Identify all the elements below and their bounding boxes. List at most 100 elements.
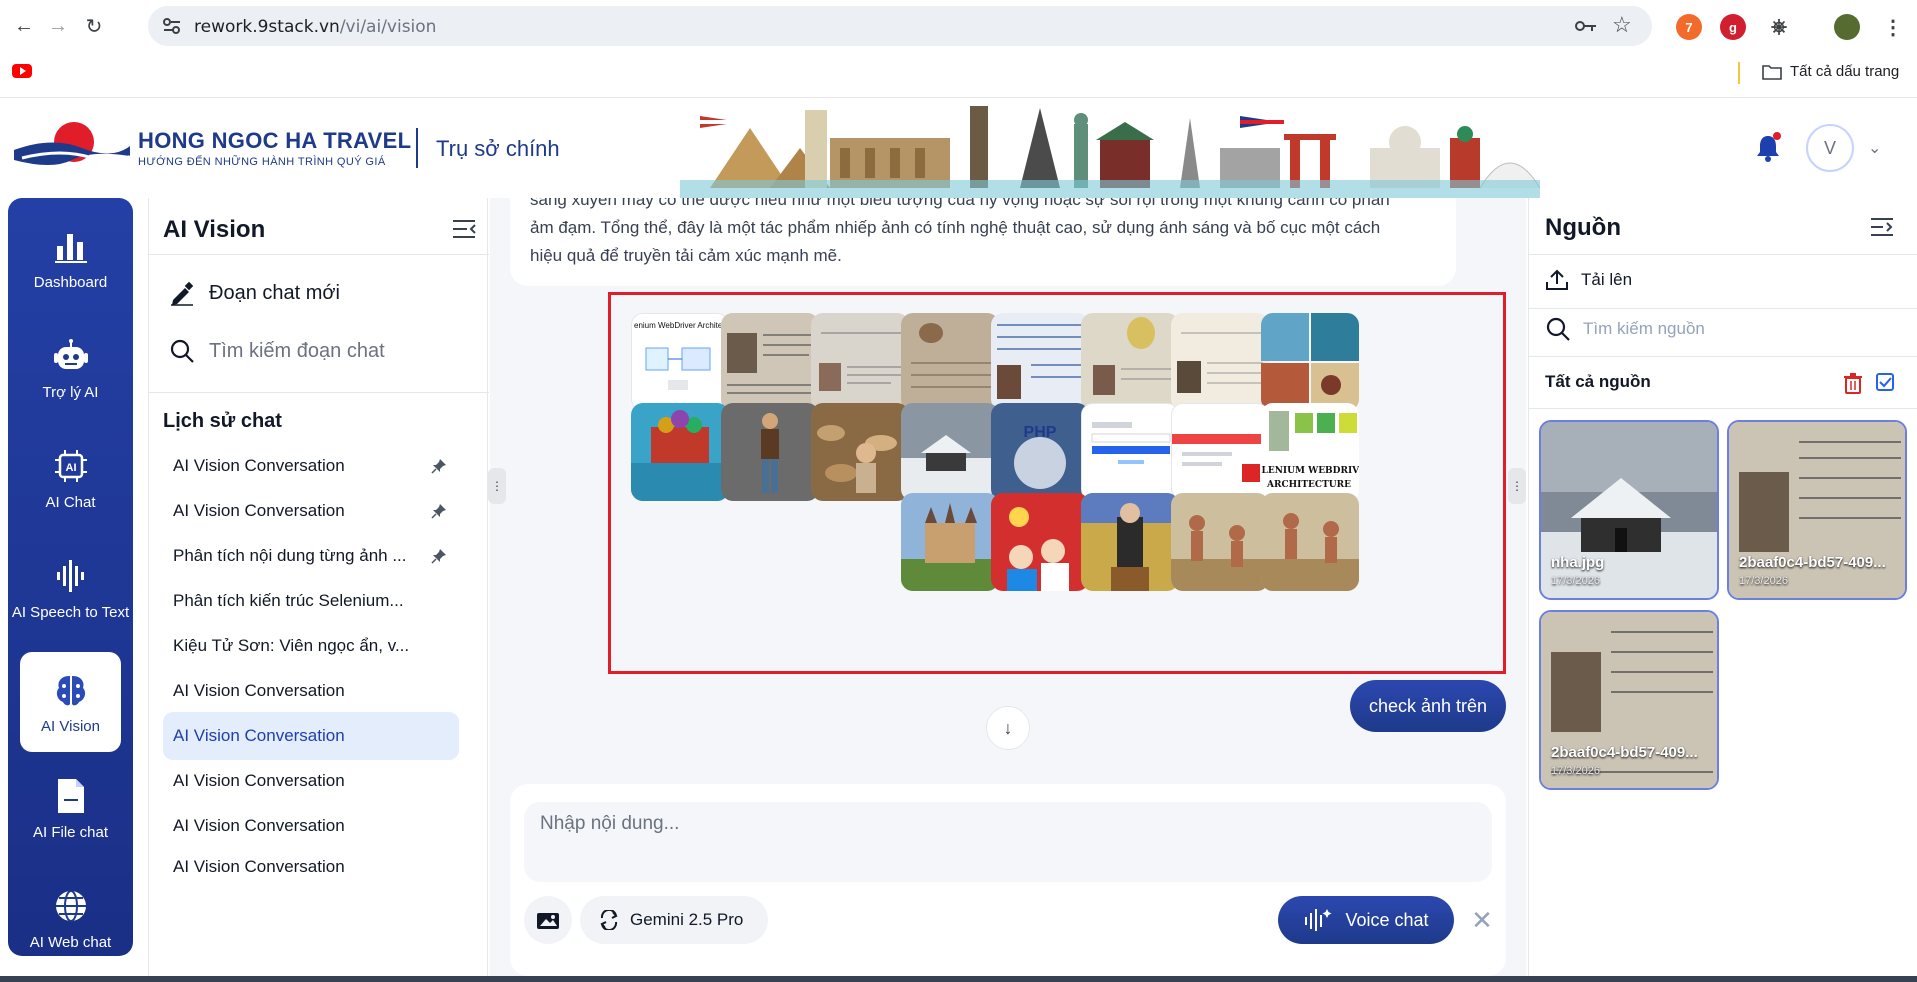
resize-handle-left[interactable]: ⋮ <box>488 468 506 504</box>
image-thumbnail[interactable] <box>1171 403 1269 501</box>
browser-menu-icon[interactable]: ⋮ <box>1880 14 1906 40</box>
image-thumbnail[interactable] <box>1171 313 1269 411</box>
image-thumbnail[interactable] <box>901 313 999 411</box>
reload-icon[interactable]: ↻ <box>82 14 106 38</box>
pin-icon[interactable] <box>431 548 447 564</box>
bar-chart-icon <box>51 226 91 266</box>
image-thumbnail[interactable] <box>901 403 999 501</box>
back-arrow-icon[interactable]: ← <box>12 14 36 38</box>
scroll-down-button[interactable]: ↓ <box>986 706 1030 750</box>
extension-orange-icon[interactable]: 7 <box>1676 14 1702 40</box>
switch-model-icon <box>600 910 618 930</box>
nav-ai-web-chat-label: AI Web chat <box>29 933 112 951</box>
nav-ai-vision[interactable]: AI Vision <box>20 652 121 752</box>
address-bar[interactable]: rework.9stack.vn/vi/ai/vision ☆ <box>148 6 1652 46</box>
office-name[interactable]: Trụ sở chính <box>436 136 560 162</box>
model-selector[interactable]: Gemini 2.5 Pro <box>580 896 768 944</box>
image-thumbnail[interactable] <box>1081 313 1179 411</box>
svg-text:AI: AI <box>65 462 76 474</box>
source-file-card[interactable]: 2baaf0c4-bd57-409... 17/3/2026 <box>1727 420 1907 600</box>
site-settings-icon[interactable] <box>162 17 182 35</box>
image-thumbnail[interactable] <box>631 403 729 501</box>
sources-panel: Nguồn Tải lên Tìm kiếm nguồn Tất cả nguồ… <box>1528 198 1917 978</box>
nav-ai-web-chat[interactable]: AI Web chat <box>8 868 133 968</box>
voice-wave-icon <box>1305 909 1332 931</box>
attach-image-button[interactable] <box>524 896 572 944</box>
nav-ai-chat-label: AI Chat <box>45 493 96 511</box>
user-avatar[interactable]: V <box>1806 124 1854 172</box>
image-thumbnail[interactable] <box>901 493 999 591</box>
image-thumbnail[interactable]: PHP <box>991 403 1089 501</box>
conversation-item[interactable]: AI Vision Conversation <box>163 487 459 535</box>
message-input[interactable] <box>524 802 1492 882</box>
image-thumbnail[interactable] <box>991 493 1089 591</box>
panel-title: AI Vision <box>163 216 266 243</box>
forward-arrow-icon[interactable]: → <box>46 14 70 38</box>
new-chat-button[interactable]: Đoạn chat mới <box>169 280 340 306</box>
source-file-name: nha.jpg <box>1551 554 1605 571</box>
robot-icon <box>51 336 91 376</box>
upload-button[interactable]: Tải lên <box>1545 268 1632 292</box>
image-thumbnail[interactable]: enium WebDriver Architect <box>631 313 729 411</box>
image-thumbnail[interactable] <box>811 403 909 501</box>
notification-bell-icon[interactable] <box>1754 132 1782 164</box>
conversation-item[interactable]: Kiệu Tử Sơn: Viên ngọc ẩn, v... <box>163 622 459 670</box>
image-thumbnail[interactable] <box>811 313 909 411</box>
app-header: HONG NGOC HA TRAVEL HƯỚNG ĐẾN NHỮNG HÀNH… <box>0 98 1917 198</box>
collapse-panel-icon[interactable] <box>451 218 477 240</box>
pin-icon[interactable] <box>431 458 447 474</box>
source-file-card[interactable]: 2baaf0c4-bd57-409... 17/3/2026 <box>1539 610 1719 790</box>
nav-ai-chat[interactable]: AI AI Chat <box>8 428 133 528</box>
image-thumbnail[interactable] <box>1261 313 1359 411</box>
conversation-item[interactable]: AI Vision Conversation <box>163 847 459 877</box>
main-sidebar: Dashboard Trợ lý AI AI AI Chat AI Speech… <box>8 198 133 956</box>
profile-avatar-icon[interactable] <box>1834 14 1860 40</box>
source-file-card[interactable]: nha.jpg 17/3/2026 <box>1539 420 1719 600</box>
brand-logo-icon[interactable] <box>12 120 132 172</box>
bookmark-star-icon[interactable]: ☆ <box>1612 12 1632 38</box>
image-thumbnail[interactable] <box>1081 493 1179 591</box>
pencil-icon <box>171 281 194 306</box>
image-thumbnail[interactable] <box>1081 403 1179 501</box>
ai-message-bubble: sáng xuyên mây có thể được hiểu như một … <box>510 198 1456 286</box>
voice-chat-button[interactable]: Voice chat <box>1278 896 1454 944</box>
image-thumbnail[interactable] <box>721 313 819 411</box>
image-thumbnail[interactable] <box>1171 493 1269 591</box>
nav-dashboard[interactable]: Dashboard <box>8 208 133 308</box>
nav-ai-assistant[interactable]: Trợ lý AI <box>8 318 133 418</box>
attached-images-group: enium WebDriver Architect PHP ELENIUM WE… <box>608 292 1506 674</box>
image-thumbnail[interactable] <box>991 313 1089 411</box>
extensions-puzzle-icon[interactable]: ⎈ <box>1766 14 1792 40</box>
image-thumbnail[interactable] <box>721 403 819 501</box>
conversation-item[interactable]: AI Vision Conversation <box>163 757 459 805</box>
conversation-item[interactable]: Phân tích nội dung từng ảnh ... <box>163 532 459 580</box>
conversation-item[interactable]: AI Vision Conversation <box>163 802 459 850</box>
image-thumbnail[interactable] <box>1261 493 1359 591</box>
all-bookmarks[interactable]: Tất cả dấu trang <box>1762 63 1899 80</box>
search-icon <box>1546 317 1570 341</box>
conversation-item[interactable]: Phân tích kiến trúc Selenium... <box>163 577 459 625</box>
ai-message-text: hiệu quả để truyền tải cảm xúc mạnh mẽ. <box>530 246 842 265</box>
youtube-icon[interactable] <box>12 64 32 78</box>
image-thumbnail[interactable]: ELENIUM WEBDRIVI ARCHITECTURE <box>1261 403 1359 501</box>
conversation-item[interactable]: AI Vision Conversation <box>163 667 459 715</box>
close-icon[interactable]: ✕ <box>1466 904 1498 936</box>
source-search[interactable]: Tìm kiếm nguồn <box>1545 316 1705 342</box>
model-label: Gemini 2.5 Pro <box>630 910 744 929</box>
user-message-bubble: check ảnh trên <box>1350 680 1506 732</box>
nav-ai-speech[interactable]: AI Speech to Text <box>8 538 133 638</box>
pin-icon[interactable] <box>431 503 447 519</box>
nav-ai-file-chat[interactable]: AI File chat <box>8 758 133 858</box>
folder-icon <box>1762 64 1782 80</box>
conversation-item[interactable]: AI Vision Conversation <box>163 442 459 490</box>
key-icon[interactable] <box>1574 17 1598 35</box>
collapse-sources-icon[interactable] <box>1869 216 1895 238</box>
trash-icon[interactable] <box>1843 372 1863 394</box>
conversation-item-selected[interactable]: AI Vision Conversation <box>163 712 459 760</box>
resize-handle-right[interactable]: ⋮ <box>1508 468 1526 504</box>
select-all-checkbox-icon[interactable] <box>1875 372 1895 392</box>
upload-label: Tải lên <box>1581 270 1633 289</box>
chevron-down-icon[interactable]: ⌄ <box>1868 138 1881 158</box>
chat-search[interactable]: Tìm kiếm đoạn chat <box>169 338 385 364</box>
extension-red-icon[interactable]: g <box>1720 14 1746 40</box>
